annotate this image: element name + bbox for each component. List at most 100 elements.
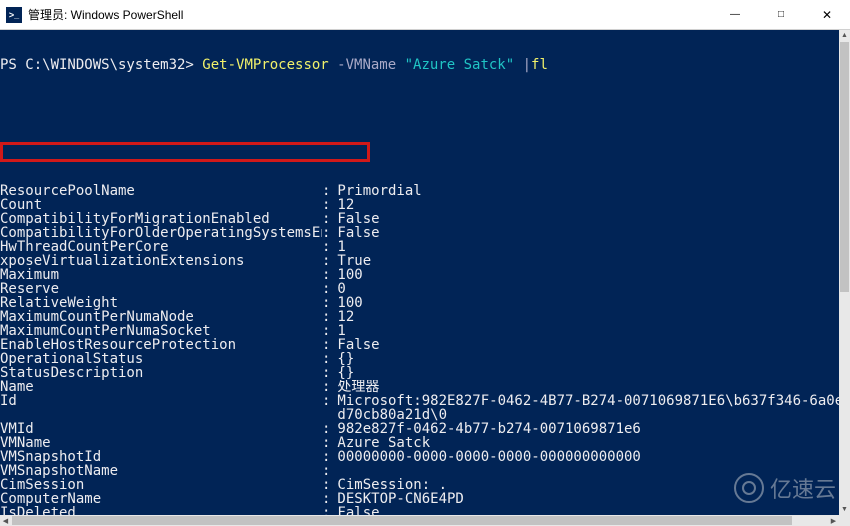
scroll-left-arrow[interactable]: ◀ [0,515,11,526]
property-row: Id: Microsoft:982E827F-0462-4B77-B274-00… [0,394,839,408]
colon: : [322,394,329,408]
property-value: False [329,212,839,226]
property-name: RelativeWeight [0,296,322,310]
property-name: VMId [0,422,322,436]
property-row: Count: 12 [0,198,839,212]
colon: : [322,422,329,436]
colon: : [322,282,329,296]
colon: : [322,226,329,240]
property-name: Maximum [0,268,322,282]
horizontal-scroll-thumb[interactable] [12,516,792,525]
colon: : [322,352,329,366]
colon: : [322,268,329,282]
property-value: 1 [329,324,839,338]
property-row: CimSession: CimSession: . [0,478,839,492]
property-value-continuation: d70cb80a21d\0 [0,408,839,422]
property-row: xposeVirtualizationExtensions: True [0,254,839,268]
property-name: ComputerName [0,492,322,506]
property-name: CompatibilityForOlderOperatingSystemsEna… [0,226,322,240]
property-value: Primordial [329,184,839,198]
property-name: VMSnapshotId [0,450,322,464]
property-name: Id [0,394,322,408]
property-name: MaximumCountPerNumaNode [0,310,322,324]
property-name: CompatibilityForMigrationEnabled [0,212,322,226]
property-value: 处理器 [329,380,839,394]
property-name: CimSession [0,478,322,492]
property-value: 100 [329,268,839,282]
property-row: IsDeleted: False [0,506,839,515]
property-name: Reserve [0,282,322,296]
property-value: Microsoft:982E827F-0462-4B77-B274-007106… [329,394,839,408]
property-name: VMName [0,436,322,450]
colon: : [322,338,329,352]
property-row: VMName: Azure Satck [0,436,839,450]
property-value: True [329,254,839,268]
property-row: Name: 处理器 [0,380,839,394]
property-value: {} [329,366,839,380]
property-name: OperationalStatus [0,352,322,366]
colon: : [322,296,329,310]
command-line: PS C:\WINDOWS\system32> Get-VMProcessor … [0,58,839,72]
property-name: StatusDescription [0,366,322,380]
colon: : [322,254,329,268]
property-name: xposeVirtualizationExtensions [0,254,322,268]
property-row: ComputerName: DESKTOP-CN6E4PD [0,492,839,506]
property-value: Azure Satck [329,436,839,450]
colon: : [322,492,329,506]
property-value: False [329,338,839,352]
property-name: VMSnapshotName [0,464,322,478]
property-row: HwThreadCountPerCore: 1 [0,240,839,254]
scrollbar-corner [839,515,850,526]
minimize-button[interactable]: — [712,0,758,30]
watermark-icon [734,473,764,503]
property-value: False [329,226,839,240]
powershell-icon: >_ [6,7,22,23]
property-row: CompatibilityForMigrationEnabled: False [0,212,839,226]
scroll-down-arrow[interactable]: ▼ [839,504,850,515]
property-name: EnableHostResourceProtection [0,338,322,352]
watermark: 亿速云 [734,472,836,504]
property-row: OperationalStatus: {} [0,352,839,366]
maximize-button[interactable]: □ [758,0,804,30]
property-row: ResourcePoolName: Primordial [0,184,839,198]
property-row: MaximumCountPerNumaNode: 12 [0,310,839,324]
colon: : [322,464,329,478]
watermark-text: 亿速云 [770,472,836,504]
property-name: MaximumCountPerNumaSocket [0,324,322,338]
property-row: Maximum: 100 [0,268,839,282]
property-value: 100 [329,296,839,310]
scroll-right-arrow[interactable]: ▶ [828,515,839,526]
colon: : [322,366,329,380]
property-name: HwThreadCountPerCore [0,240,322,254]
colon: : [322,240,329,254]
property-name: IsDeleted [0,506,322,515]
close-button[interactable]: ✕ [804,0,850,30]
property-row: CompatibilityForOlderOperatingSystemsEna… [0,226,839,240]
property-value: 12 [329,310,839,324]
vertical-scroll-thumb[interactable] [840,42,849,292]
property-value: False [329,506,839,515]
terminal-output[interactable]: PS C:\WINDOWS\system32> Get-VMProcessor … [0,30,839,515]
property-row: RelativeWeight: 100 [0,296,839,310]
scroll-up-arrow[interactable]: ▲ [839,30,850,41]
property-row: VMId: 982e827f-0462-4b77-b274-0071069871… [0,422,839,436]
colon: : [322,198,329,212]
property-row: MaximumCountPerNumaSocket: 1 [0,324,839,338]
property-value: 982e827f-0462-4b77-b274-0071069871e6 [329,422,839,436]
property-row: Reserve: 0 [0,282,839,296]
colon: : [322,324,329,338]
colon: : [322,212,329,226]
property-name: Count [0,198,322,212]
horizontal-scrollbar[interactable]: ◀ ▶ [0,515,839,526]
property-value: 00000000-0000-0000-0000-000000000000 [329,450,839,464]
property-row: StatusDescription: {} [0,366,839,380]
colon: : [322,380,329,394]
colon: : [322,310,329,324]
window-title: 管理员: Windows PowerShell [28,6,183,23]
colon: : [322,506,329,515]
window-titlebar: >_ 管理员: Windows PowerShell — □ ✕ [0,0,850,30]
vertical-scrollbar[interactable]: ▲ ▼ [839,30,850,515]
colon: : [322,436,329,450]
property-value: 0 [329,282,839,296]
property-value: 12 [329,198,839,212]
